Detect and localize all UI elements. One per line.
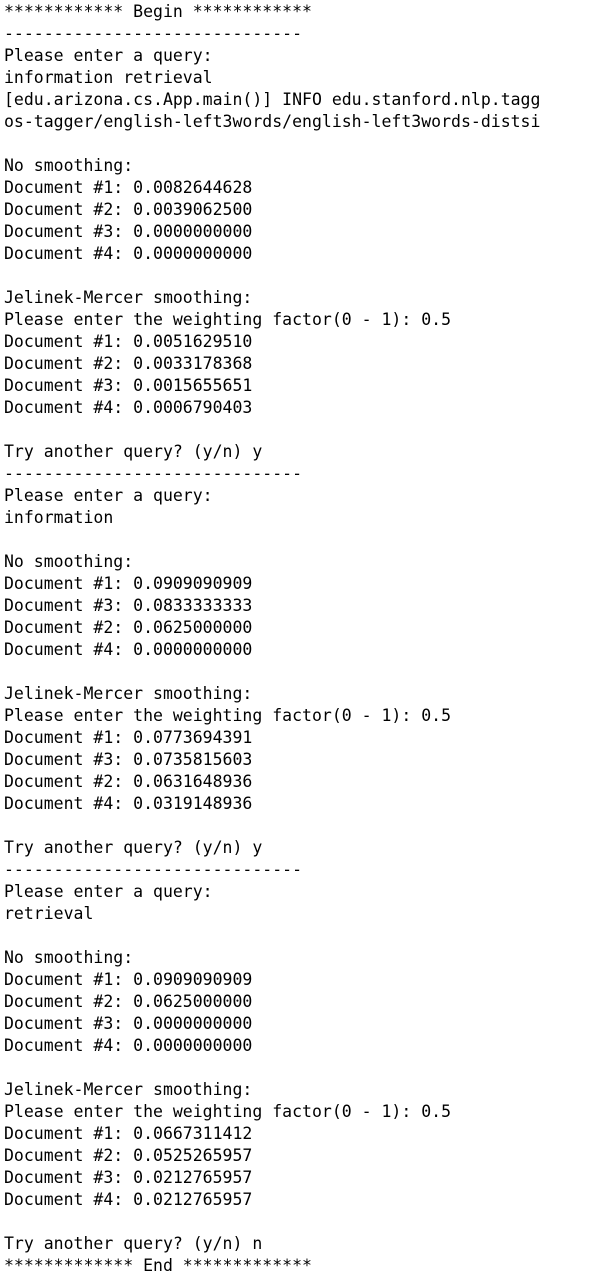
separator-line: ------------------------------ <box>4 464 303 483</box>
document-score: Document #4: 0.0000000000 <box>4 1036 253 1055</box>
document-score: Document #2: 0.0631648936 <box>4 772 253 791</box>
document-score: Document #1: 0.0051629510 <box>4 332 253 351</box>
document-score: Document #1: 0.0909090909 <box>4 574 253 593</box>
retry-prompt: Try another query? (y/n) y <box>4 442 263 461</box>
document-score: Document #2: 0.0039062500 <box>4 200 253 219</box>
query-input-echo: information retrieval <box>4 68 213 87</box>
document-score: Document #4: 0.0000000000 <box>4 640 253 659</box>
query-prompt: Please enter a query: <box>4 486 213 505</box>
document-score: Document #3: 0.0000000000 <box>4 1014 253 1033</box>
section-heading: Jelinek-Mercer smoothing: <box>4 684 253 703</box>
document-score: Document #2: 0.0625000000 <box>4 618 253 637</box>
end-banner: ************* End ************* <box>4 1256 312 1275</box>
query-prompt: Please enter a query: <box>4 46 213 65</box>
document-score: Document #4: 0.0000000000 <box>4 244 253 263</box>
document-score: Document #1: 0.0909090909 <box>4 970 253 989</box>
document-score: Document #2: 0.0625000000 <box>4 992 253 1011</box>
separator-line: ------------------------------ <box>4 860 303 879</box>
document-score: Document #2: 0.0525265957 <box>4 1146 253 1165</box>
query-input-echo: retrieval <box>4 904 94 923</box>
document-score: Document #3: 0.0015655651 <box>4 376 253 395</box>
document-score: Document #1: 0.0773694391 <box>4 728 253 747</box>
section-heading: Jelinek-Mercer smoothing: <box>4 1080 253 1099</box>
section-heading: No smoothing: <box>4 948 134 967</box>
document-score: Document #4: 0.0319148936 <box>4 794 253 813</box>
section-heading: No smoothing: <box>4 552 134 571</box>
begin-banner: ************ Begin ************ <box>4 2 312 21</box>
document-score: Document #3: 0.0735815603 <box>4 750 253 769</box>
section-heading: No smoothing: <box>4 156 134 175</box>
query-input-echo: information <box>4 508 114 527</box>
document-score: Document #4: 0.0212765957 <box>4 1190 253 1209</box>
document-score: Document #1: 0.0667311412 <box>4 1124 253 1143</box>
document-score: Document #3: 0.0000000000 <box>4 222 253 241</box>
weighting-prompt: Please enter the weighting factor(0 - 1)… <box>4 706 452 725</box>
terminal-output[interactable]: ************ Begin ************ --------… <box>0 0 595 1279</box>
document-score: Document #4: 0.0006790403 <box>4 398 253 417</box>
separator-line: ------------------------------ <box>4 24 303 43</box>
document-score: Document #3: 0.0212765957 <box>4 1168 253 1187</box>
retry-prompt: Try another query? (y/n) n <box>4 1234 263 1253</box>
weighting-prompt: Please enter the weighting factor(0 - 1)… <box>4 1102 452 1121</box>
weighting-prompt: Please enter the weighting factor(0 - 1)… <box>4 310 452 329</box>
document-score: Document #3: 0.0833333333 <box>4 596 253 615</box>
log-line: os-tagger/english-left3words/english-lef… <box>4 112 541 131</box>
log-line: [edu.arizona.cs.App.main()] INFO edu.sta… <box>4 90 541 109</box>
query-prompt: Please enter a query: <box>4 882 213 901</box>
section-heading: Jelinek-Mercer smoothing: <box>4 288 253 307</box>
retry-prompt: Try another query? (y/n) y <box>4 838 263 857</box>
document-score: Document #1: 0.0082644628 <box>4 178 253 197</box>
document-score: Document #2: 0.0033178368 <box>4 354 253 373</box>
